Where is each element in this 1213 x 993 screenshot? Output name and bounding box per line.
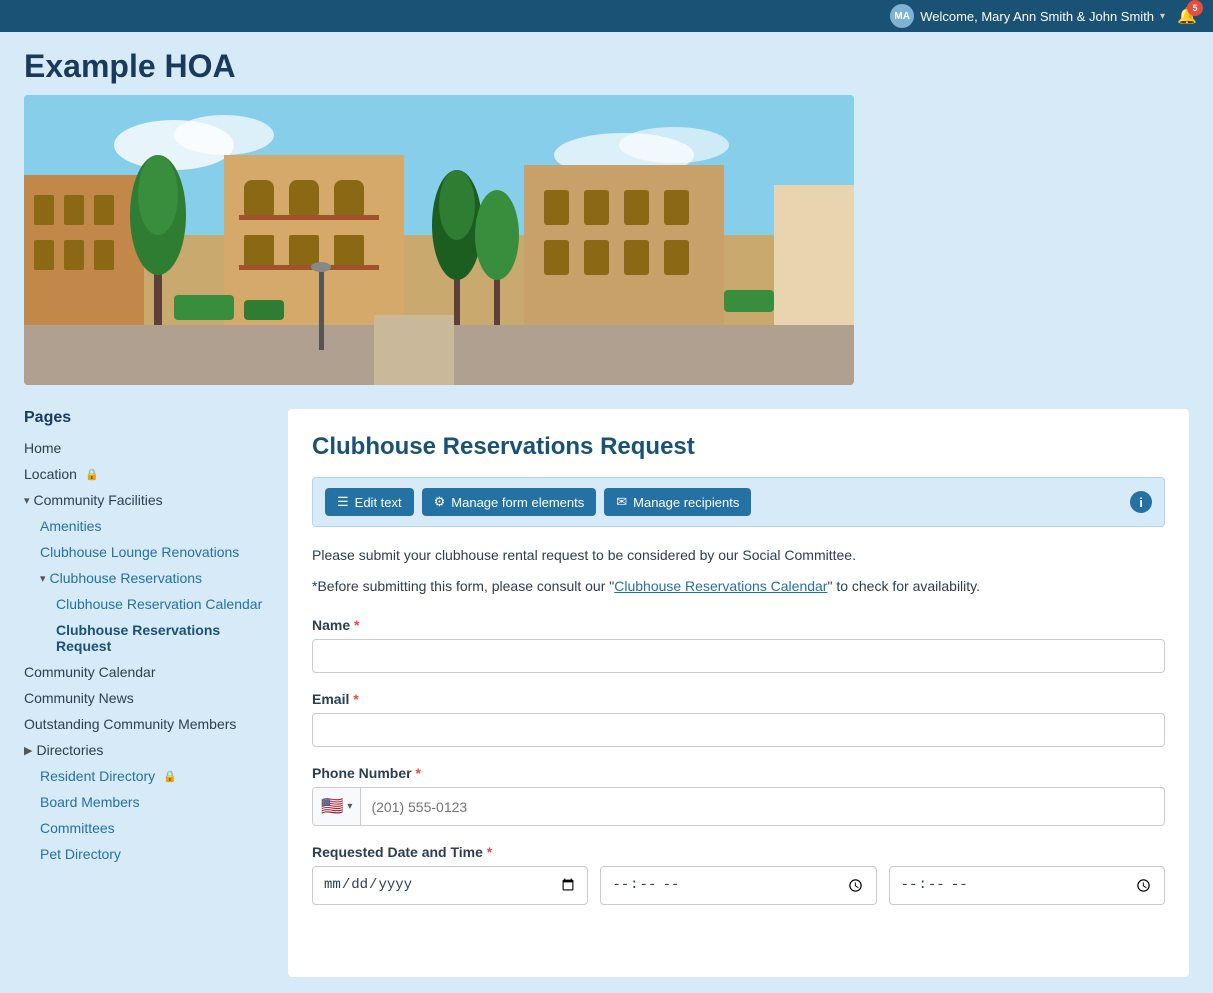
edit-text-label: Edit text [355,495,402,510]
sidebar-item-label: Clubhouse Lounge Renovations [40,544,239,560]
form-note-prefix: *Before submitting this form, please con… [312,578,614,594]
main-container: Pages Home Location 🔒 ▾ Community Facili… [0,393,1213,993]
email-input[interactable] [312,713,1165,747]
sidebar-item-directories[interactable]: ▶ Directories [24,737,264,763]
sidebar-item-amenities[interactable]: Amenities [24,513,264,539]
site-title: Example HOA [24,48,1189,85]
notifications-bell[interactable]: 🔔 5 [1177,6,1197,26]
chevron-down-icon: ▾ [40,572,46,585]
sidebar-item-clubhouse-calendar[interactable]: Clubhouse Reservation Calendar [24,591,264,617]
user-label: Welcome, Mary Ann Smith & John Smith [920,9,1154,24]
phone-required-marker: * [415,765,420,781]
email-label: Email * [312,691,1165,707]
page-title: Clubhouse Reservations Request [312,433,1165,461]
date-label: Requested Date and Time * [312,844,1165,860]
sidebar-item-label: Pet Directory [40,846,121,862]
time-end-input[interactable] [889,866,1165,905]
name-input[interactable] [312,639,1165,673]
manage-form-label: Manage form elements [451,495,584,510]
top-bar: MA Welcome, Mary Ann Smith & John Smith … [0,0,1213,32]
manage-recipients-label: Manage recipients [633,495,739,510]
sidebar-item-outstanding-members[interactable]: Outstanding Community Members [24,711,264,737]
sidebar-item-clubhouse-lounge[interactable]: Clubhouse Lounge Renovations [24,539,264,565]
sidebar-item-community-news[interactable]: Community News [24,685,264,711]
edit-icon: ☰ [337,494,349,510]
lock-icon: 🔒 [163,770,177,783]
sidebar-item-label: Resident Directory [40,768,155,784]
sidebar-item-label: Outstanding Community Members [24,716,236,732]
phone-label: Phone Number * [312,765,1165,781]
email-required-marker: * [353,691,358,707]
sidebar-item-label: Clubhouse Reservations [50,570,203,586]
user-menu-chevron: ▾ [1160,11,1165,22]
sidebar-item-label: Directories [36,742,103,758]
phone-country-selector[interactable]: 🇺🇸 ▾ [313,788,361,825]
user-menu[interactable]: MA Welcome, Mary Ann Smith & John Smith … [890,4,1165,28]
sidebar-item-community-calendar[interactable]: Community Calendar [24,659,264,685]
email-icon: ✉ [616,494,627,510]
name-required-marker: * [354,617,359,633]
chevron-right-icon: ▶ [24,744,32,757]
sidebar-item-clubhouse-request[interactable]: Clubhouse Reservations Request [24,617,264,659]
sidebar-item-label: Community Calendar [24,664,156,680]
avatar: MA [890,4,914,28]
sidebar-item-label: Clubhouse Reservations Request [56,622,264,654]
sidebar-item-label: Committees [40,820,115,836]
sidebar-item-label: Location [24,466,77,482]
info-button[interactable]: i [1130,491,1152,513]
form-description: Please submit your clubhouse rental requ… [312,545,1165,566]
sidebar-item-committees[interactable]: Committees [24,815,264,841]
site-header: Example HOA [0,32,1213,393]
edit-text-button[interactable]: ☰ Edit text [325,488,414,516]
sidebar-item-board-members[interactable]: Board Members [24,789,264,815]
form-note-suffix: " to check for availability. [827,578,980,594]
date-required-marker: * [487,844,492,860]
date-field-group: Requested Date and Time * [312,844,1165,905]
info-icon: i [1139,495,1143,510]
form-toolbar: ☰ Edit text ⚙ Manage form elements ✉ Man… [312,477,1165,527]
hero-image [24,95,854,385]
sidebar-item-location[interactable]: Location 🔒 [24,461,264,487]
hero-image-inner [24,95,854,385]
name-label: Name * [312,617,1165,633]
time-start-input[interactable] [600,866,876,905]
chevron-down-icon: ▾ [24,494,30,507]
notification-count: 5 [1187,0,1203,16]
sidebar-item-clubhouse-reservations[interactable]: ▾ Clubhouse Reservations [24,565,264,591]
manage-recipients-button[interactable]: ✉ Manage recipients [604,488,751,516]
clubhouse-calendar-link[interactable]: Clubhouse Reservations Calendar [614,578,827,594]
sidebar-item-label: Community Facilities [34,492,163,508]
phone-field-group: Phone Number * 🇺🇸 ▾ [312,765,1165,826]
sidebar-item-home[interactable]: Home [24,435,264,461]
form-icon: ⚙ [434,494,446,510]
sidebar-item-pet-directory[interactable]: Pet Directory [24,841,264,867]
sidebar-item-label: Amenities [40,518,101,534]
name-field-group: Name * [312,617,1165,673]
date-row [312,866,1165,905]
sidebar-item-label: Home [24,440,61,456]
email-field-group: Email * [312,691,1165,747]
phone-input[interactable] [361,791,1164,823]
sidebar: Pages Home Location 🔒 ▾ Community Facili… [24,409,264,977]
lock-icon: 🔒 [85,468,99,481]
sidebar-item-label: Clubhouse Reservation Calendar [56,596,262,612]
sidebar-item-label: Board Members [40,794,140,810]
sidebar-item-community-facilities[interactable]: ▾ Community Facilities [24,487,264,513]
sidebar-item-resident-directory[interactable]: Resident Directory 🔒 [24,763,264,789]
sidebar-section-title: Pages [24,409,264,427]
sidebar-item-label: Community News [24,690,134,706]
phone-dropdown-chevron: ▾ [347,801,352,812]
manage-form-button[interactable]: ⚙ Manage form elements [422,488,597,516]
date-input[interactable] [312,866,588,905]
form-note: *Before submitting this form, please con… [312,576,1165,597]
phone-input-group: 🇺🇸 ▾ [312,787,1165,826]
flag-icon: 🇺🇸 [321,796,343,817]
content-area: Clubhouse Reservations Request ☰ Edit te… [288,409,1189,977]
